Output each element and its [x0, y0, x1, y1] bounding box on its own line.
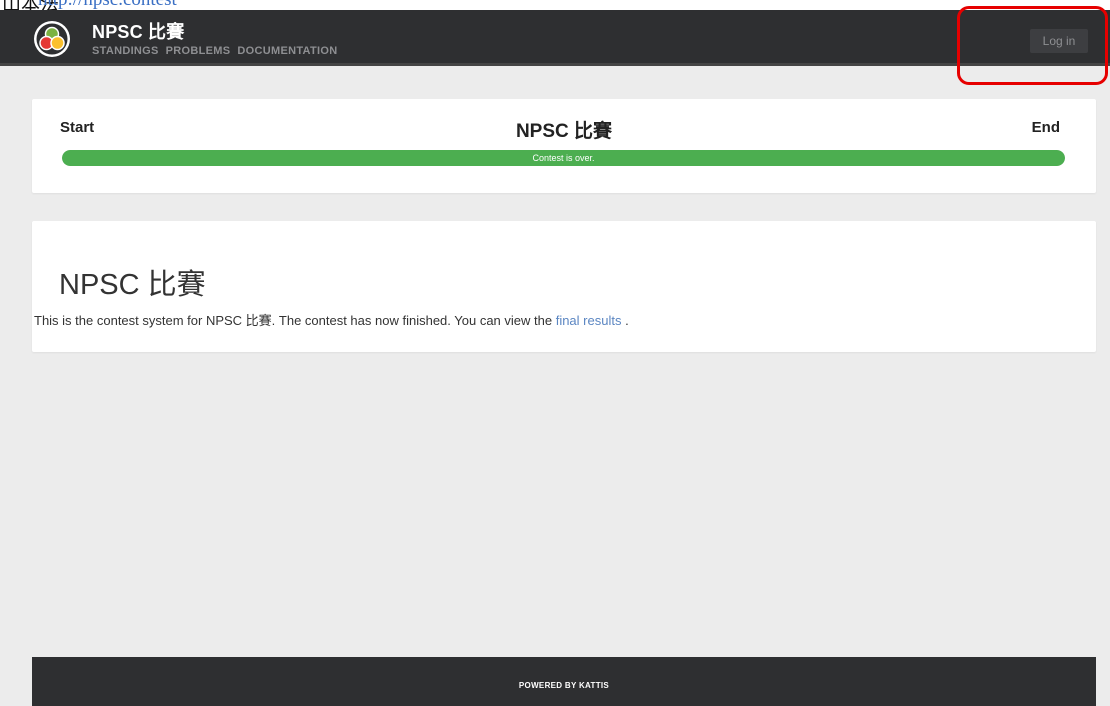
info-body-prefix: This is the contest system for NPSC 比賽. …	[34, 313, 556, 328]
contest-progress-bar: Contest is over.	[62, 150, 1065, 166]
progress-text: Contest is over.	[532, 153, 595, 163]
brand-title[interactable]: NPSC 比賽	[92, 18, 184, 44]
end-label: End	[1031, 119, 1060, 136]
footer: POWERED BY KATTIS	[32, 657, 1096, 706]
nav-standings-link[interactable]: STANDINGS	[92, 45, 159, 57]
doc-link[interactable]: http://npsc.contest	[38, 0, 177, 10]
progress-fill: Contest is over.	[62, 150, 1065, 166]
nav-documentation-link[interactable]: DOCUMENTATION	[237, 45, 337, 57]
nav-links: STANDINGS PROBLEMS DOCUMENTATION	[92, 45, 337, 57]
login-button[interactable]: Log in	[1030, 29, 1088, 53]
page: 山本法 http://npsc.contest NPSC 比賽 STANDING…	[0, 0, 1110, 706]
info-body: This is the contest system for NPSC 比賽. …	[34, 310, 629, 329]
contest-status-card: Start NPSC 比賽 End Contest is over.	[32, 99, 1096, 193]
footer-text: POWERED BY KATTIS	[518, 681, 610, 690]
nav-problems-link[interactable]: PROBLEMS	[166, 45, 231, 57]
contest-info-card: NPSC 比賽 This is the contest system for N…	[32, 221, 1096, 352]
info-heading: NPSC 比賽	[59, 269, 206, 301]
info-body-suffix: .	[621, 313, 629, 328]
document-text-strip: 山本法 http://npsc.contest	[0, 0, 1110, 10]
contest-title: NPSC 比賽	[515, 121, 613, 142]
top-navbar: NPSC 比賽 STANDINGS PROBLEMS DOCUMENTATION…	[0, 10, 1110, 66]
kattis-logo-icon[interactable]	[32, 19, 72, 59]
final-results-link[interactable]: final results	[556, 313, 622, 328]
